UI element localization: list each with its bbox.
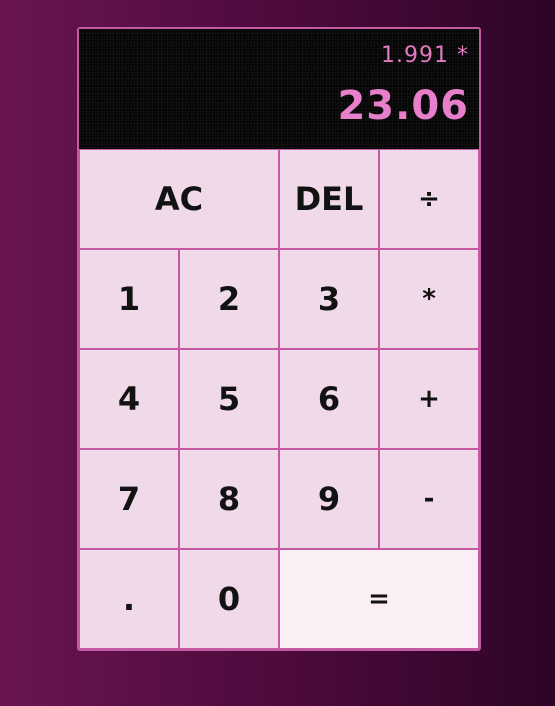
equals-button[interactable]: =: [279, 549, 479, 649]
digit-3-button[interactable]: 3: [279, 249, 379, 349]
previous-operand: 1.991 *: [381, 43, 469, 68]
digit-8-button[interactable]: 8: [179, 449, 279, 549]
digit-0-button[interactable]: 0: [179, 549, 279, 649]
delete-button[interactable]: DEL: [279, 149, 379, 249]
decimal-button[interactable]: .: [79, 549, 179, 649]
calculator: 1.991 * 23.06 AC DEL ÷ 1 2 3 * 4 5 6 + 7…: [77, 27, 481, 651]
digit-7-button[interactable]: 7: [79, 449, 179, 549]
current-operand: 23.06: [337, 83, 469, 129]
digit-2-button[interactable]: 2: [179, 249, 279, 349]
digit-9-button[interactable]: 9: [279, 449, 379, 549]
digit-1-button[interactable]: 1: [79, 249, 179, 349]
minus-button[interactable]: -: [379, 449, 479, 549]
multiply-button[interactable]: *: [379, 249, 479, 349]
display-panel: 1.991 * 23.06: [79, 29, 479, 149]
digit-5-button[interactable]: 5: [179, 349, 279, 449]
digit-6-button[interactable]: 6: [279, 349, 379, 449]
divide-button[interactable]: ÷: [379, 149, 479, 249]
plus-button[interactable]: +: [379, 349, 479, 449]
digit-4-button[interactable]: 4: [79, 349, 179, 449]
all-clear-button[interactable]: AC: [79, 149, 279, 249]
